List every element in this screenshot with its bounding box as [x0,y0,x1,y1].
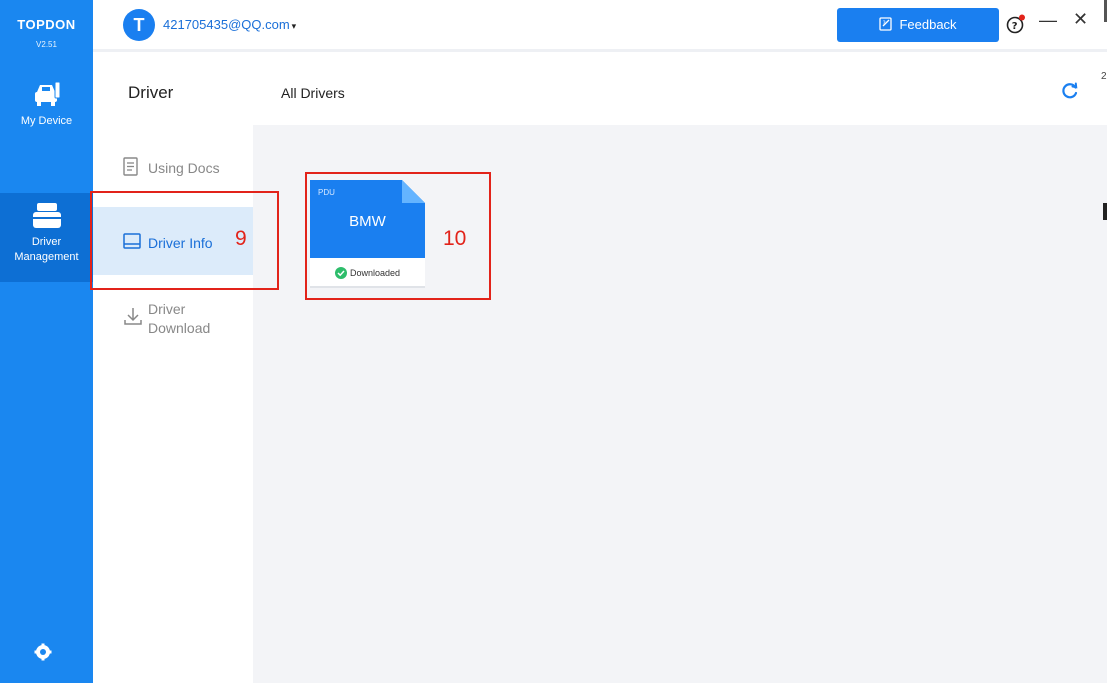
driver-box-icon [32,203,61,228]
document-icon [123,157,138,176]
subnav-title: Driver [128,83,174,102]
annotation-number: 10 [443,227,467,250]
svg-text:?: ? [1012,21,1018,32]
user-avatar[interactable]: T [123,9,155,41]
rail-item-label: My Device [20,115,73,127]
app-version: V2.51 [36,40,57,49]
annotation-number: 9 [235,227,247,250]
subnav-item-label: Driver Download [148,300,210,338]
subnav-item-driver-download[interactable]: Driver Download [93,300,253,350]
subnav-item-label: Using Docs [148,160,220,176]
svg-text:?: ? [883,20,886,27]
driver-subnav: Driver Using Docs Driver Info Driver Down… [93,55,253,683]
left-rail: TOPDON V2.51 My Device Driver Management [0,0,93,683]
download-icon [124,308,142,325]
edge-artifact [1103,203,1107,220]
settings-gear-icon[interactable] [33,642,53,662]
label-line-1: Driver [148,301,186,317]
edge-artifact-text: 2 [1101,71,1107,82]
car-device-icon [34,81,60,106]
annotation-box-driver-info [90,191,279,290]
account-email: 421705435@QQ.com [163,17,290,32]
rail-item-my-device[interactable]: My Device [0,78,93,158]
feedback-icon: ? [879,17,893,31]
account-dropdown[interactable]: 421705435@QQ.com ▾ [163,17,296,32]
minimize-button[interactable]: — [1039,10,1057,31]
chevron-down-icon: ▾ [291,21,297,31]
close-button[interactable]: ✕ [1073,9,1088,30]
subnav-item-using-docs[interactable]: Using Docs [93,155,253,185]
page-title: All Drivers [281,85,345,101]
feedback-label: Feedback [899,17,957,32]
help-icon[interactable]: ? [1005,13,1027,35]
label-line-2: Download [148,320,211,336]
rail-item-driver-management[interactable]: Driver Management [0,193,93,282]
feedback-button[interactable]: ? Feedback [837,8,999,42]
refresh-icon[interactable] [1061,82,1079,100]
rail-item-label: Driver Management [14,236,79,263]
brand-logo: TOPDON [17,17,76,32]
content-header: All Drivers [253,55,1107,125]
top-bar: T 421705435@QQ.com ▾ ? Feedback ? — ✕ [93,0,1107,52]
